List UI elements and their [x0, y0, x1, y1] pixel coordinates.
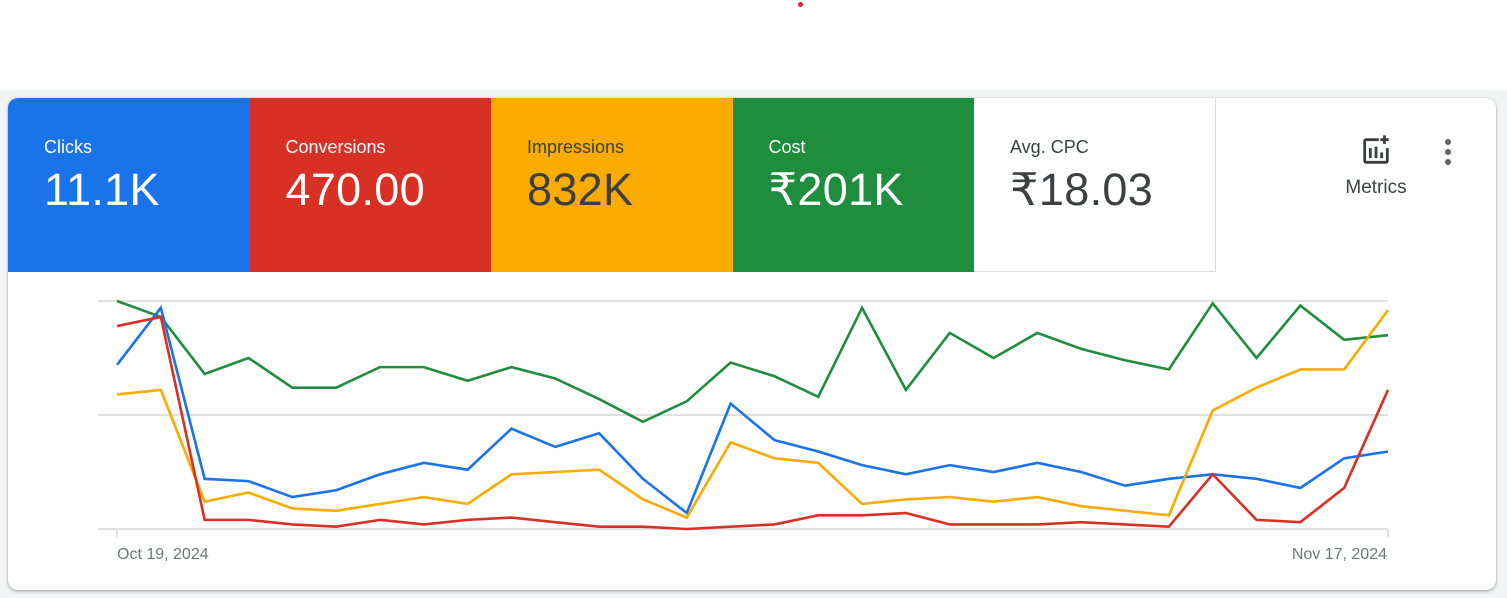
performance-card: Clicks 11.1K Conversions 470.00 Impressions 8…: [8, 98, 1496, 590]
series-line-impressions: [116, 309, 1390, 520]
x-tick-label-start: Oct 19, 2024: [117, 546, 209, 563]
series-line-cost: [116, 299, 1389, 424]
status-dot: [798, 2, 803, 7]
line-chart: Oct 19, 2024 Nov 17, 2024: [98, 299, 1390, 563]
series-line-clicks: [115, 304, 1389, 516]
top-bar: [0, 0, 1507, 90]
x-tick-label-end: Nov 17, 2024: [1292, 546, 1387, 563]
